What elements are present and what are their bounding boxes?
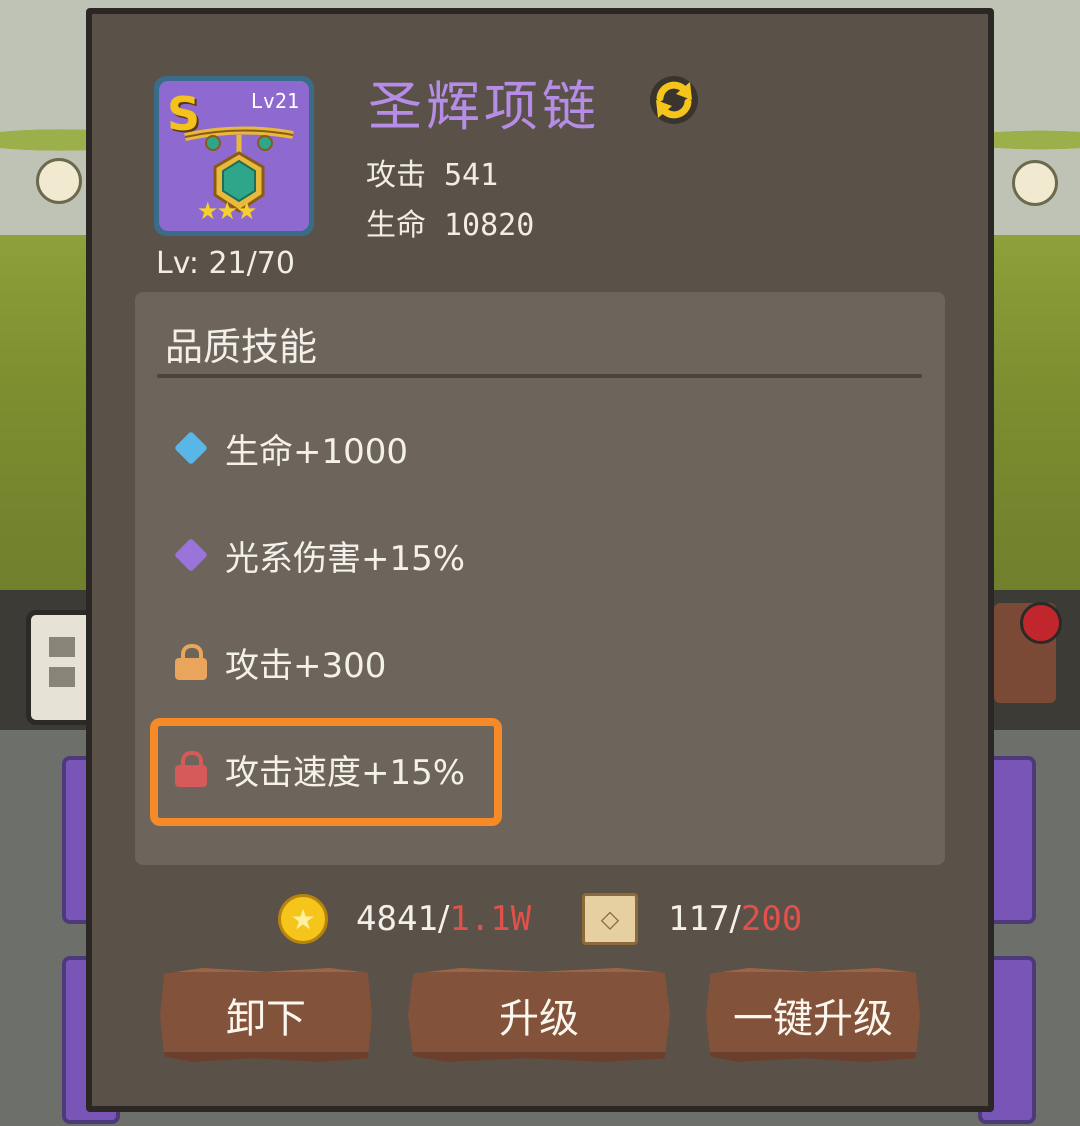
skill-item: 光系伤害+15% — [171, 525, 465, 585]
stat-attack: 攻击 541 — [366, 150, 498, 194]
item-level-progress: Lv: 21/70 — [156, 246, 295, 281]
scroll-required: 200 — [740, 899, 803, 939]
skill-text: 生命+1000 — [225, 431, 409, 472]
stat-value: 10820 — [444, 208, 535, 243]
upgrade-button[interactable]: 升级 — [408, 968, 670, 1062]
flower-icon — [1012, 160, 1058, 206]
gold-current: 4841 — [356, 899, 438, 939]
item-icon-frame[interactable]: S Lv21 ★★★ — [154, 76, 314, 236]
stat-label: 攻击 — [366, 158, 426, 193]
highlight-box — [150, 718, 502, 826]
skill-item: 攻击+300 — [171, 632, 386, 692]
lock-icon — [171, 642, 211, 682]
divider — [157, 374, 922, 378]
notification-dot — [1020, 602, 1062, 644]
skill-text: 光系伤害+15% — [225, 538, 466, 579]
necklace-scroll-icon: ◇ — [582, 893, 638, 945]
item-icon: S Lv21 ★★★ — [159, 81, 309, 231]
section-title: 品质技能 — [165, 325, 318, 369]
diamond-icon — [171, 428, 211, 468]
stat-hp: 生命 10820 — [366, 200, 534, 244]
item-level-badge: Lv21 — [250, 89, 299, 113]
stat-value: 541 — [444, 158, 499, 193]
skill-item: 生命+1000 — [171, 418, 408, 478]
unequip-button[interactable]: 卸下 — [160, 968, 372, 1062]
gold-coin-icon: ★ — [278, 894, 328, 944]
item-name: 圣辉项链 — [368, 75, 600, 138]
scroll-current: 117 — [668, 899, 730, 939]
flower-icon — [36, 158, 82, 204]
diamond-icon — [171, 535, 211, 575]
star-rating: ★★★ — [197, 197, 258, 225]
gold-required: 1.1W — [449, 899, 532, 939]
skill-text: 攻击+300 — [225, 645, 387, 686]
swap-icon[interactable] — [646, 72, 702, 128]
scroll-resource: ◇ 117/200 — [582, 890, 802, 948]
one-click-upgrade-button[interactable]: 一键升级 — [706, 968, 920, 1062]
gold-resource: ★ 4841/1.1W — [278, 890, 531, 948]
stat-label: 生命 — [366, 208, 426, 243]
